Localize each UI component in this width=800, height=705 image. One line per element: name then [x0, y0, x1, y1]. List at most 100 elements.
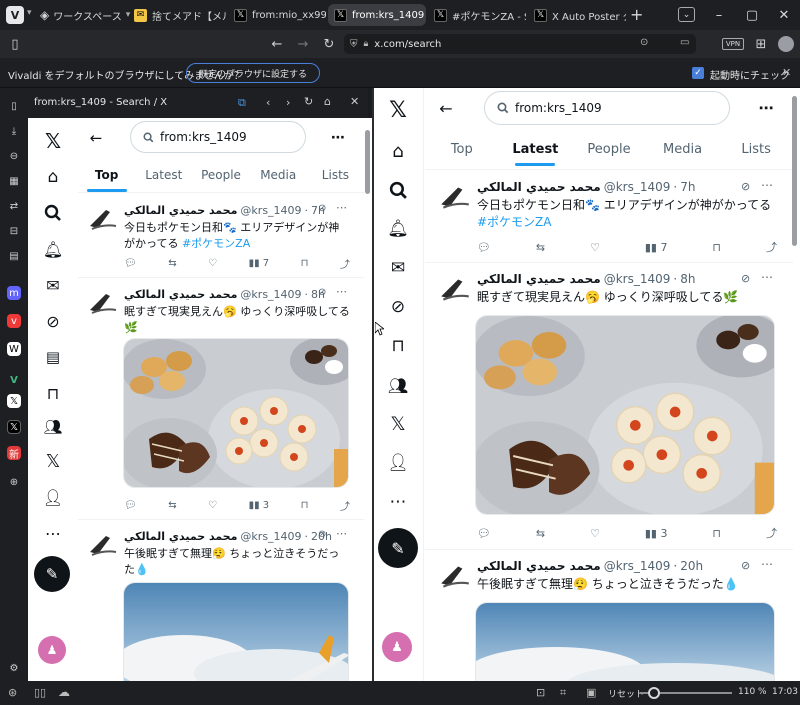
retweet-icon[interactable]: ⇆ — [168, 500, 176, 511]
vivaldi-menu-icon[interactable]: V — [6, 6, 24, 24]
share-icon[interactable]: ⤴ — [766, 239, 777, 255]
more-options-icon[interactable]: ⋯ — [328, 128, 348, 148]
tweet[interactable]: محمد حميدي المالكي @krs_1409 · 7h ⊘ ⋯ 今日… — [78, 194, 364, 278]
extensions-icon[interactable]: ⊞ — [750, 34, 772, 54]
calendar-panel-icon[interactable]: ▦ — [4, 171, 24, 191]
tab-people[interactable]: People — [192, 158, 249, 192]
workspace-button[interactable]: ◈ ワークスペース ▾ — [40, 6, 130, 24]
bell-icon[interactable]: 🔔︎ — [40, 236, 66, 262]
browser-tab[interactable]: 𝕏 from:mio_xx99 - Sear — [228, 4, 326, 26]
reading-list-icon[interactable]: ⊟ — [4, 221, 24, 241]
user-handle[interactable]: @krs_1409 — [240, 530, 301, 543]
reply-icon[interactable]: 💬︎ — [124, 500, 137, 511]
bookmarks-icon[interactable]: ⊓ — [40, 380, 66, 406]
tab-top[interactable]: Top — [78, 158, 135, 192]
tiling-icon[interactable]: ▯▯ — [34, 686, 46, 699]
views-button[interactable]: ▮▮ 3 — [249, 500, 270, 511]
tab-media[interactable]: Media — [250, 158, 307, 192]
tweet[interactable]: محمد حميدي المالكي @krs_1409 · 20h ⊘ ⋯ 午… — [78, 520, 364, 681]
tab-latest[interactable]: Latest — [135, 158, 192, 192]
hashtag-link[interactable]: #ポケモンZA — [182, 237, 250, 250]
home-icon[interactable]: ⌂ — [384, 137, 412, 165]
cookies-photo[interactable] — [123, 338, 349, 488]
tab-list-button[interactable]: ⌄ — [678, 7, 695, 22]
back-arrow-icon[interactable]: ← — [86, 128, 106, 148]
bookmarks-panel-icon[interactable]: ▯ — [4, 96, 24, 116]
tweet[interactable]: محمد حميدي المالكي @krs_1409 · 8h ⊘ ⋯ 眠す… — [78, 278, 364, 520]
like-icon[interactable]: ♡ — [208, 258, 217, 269]
grok-icon[interactable]: ⊘ — [741, 559, 750, 572]
sky-airplane-photo[interactable] — [475, 602, 775, 681]
panel-forward-icon[interactable]: › — [286, 96, 290, 109]
bookmark-icon[interactable]: ⊓ — [301, 258, 309, 269]
tile-view-icon[interactable]: ⌗ — [560, 686, 566, 700]
more-circle-icon[interactable]: ⋯ — [384, 488, 412, 516]
user-handle[interactable]: @krs_1409 — [240, 288, 301, 301]
compose-post-button[interactable]: ✎ — [378, 528, 418, 568]
hashtag-link[interactable]: #ポケモンZA — [477, 215, 552, 229]
premium-x-icon[interactable]: 𝕏 — [40, 448, 66, 474]
more-options-icon[interactable]: ⋯ — [761, 178, 773, 192]
grok-icon[interactable]: ⊘ — [741, 272, 750, 285]
compose-post-button[interactable]: ✎ — [34, 556, 70, 592]
display-name[interactable]: محمد حميدي المالكي — [477, 272, 601, 286]
vue-icon[interactable]: V — [4, 370, 24, 390]
avatar[interactable] — [86, 286, 120, 320]
browser-tab[interactable]: ✉ 捨てメアド【メルアドぽ — [128, 4, 226, 26]
bookmarks-icon[interactable]: ⊓ — [384, 332, 412, 360]
like-icon[interactable]: ♡ — [590, 241, 600, 254]
downloads-panel-icon[interactable]: ⤓ — [4, 121, 24, 141]
translate-panel-icon[interactable]: ⇄ — [4, 196, 24, 216]
grok-icon[interactable]: ⊘ — [384, 293, 412, 321]
tab-top[interactable]: Top — [425, 132, 499, 166]
user-handle[interactable]: @krs_1409 — [604, 180, 671, 194]
x-panel-icon[interactable]: 𝕏 — [7, 420, 21, 434]
zoom-slider-thumb[interactable] — [647, 687, 660, 699]
more-options-icon[interactable]: ⋯ — [336, 527, 347, 540]
panel-close-icon[interactable]: ✕ — [350, 95, 359, 108]
mastodon-icon[interactable]: m — [7, 286, 21, 300]
display-name[interactable]: محمد حميدي المالكي — [477, 180, 601, 194]
share-icon[interactable]: ⤴ — [340, 498, 350, 513]
tab-lists[interactable]: Lists — [719, 132, 793, 166]
reply-icon[interactable]: 💬︎ — [124, 258, 137, 269]
close-window-button[interactable]: ✕ — [767, 0, 800, 30]
grok-icon[interactable]: ⊘ — [318, 529, 326, 540]
premium-x-icon[interactable]: 𝕏 — [384, 410, 412, 438]
tab-people[interactable]: People — [572, 132, 646, 166]
x-logo-icon[interactable]: 𝕏 — [384, 96, 412, 124]
avatar[interactable] — [437, 271, 473, 307]
like-icon[interactable]: ♡ — [208, 500, 217, 511]
new-tab-button[interactable]: + — [630, 6, 643, 24]
more-options-icon[interactable]: ⋯ — [336, 285, 347, 298]
search-icon[interactable] — [384, 176, 412, 204]
back-icon[interactable]: ← — [266, 34, 288, 54]
more-options-icon[interactable]: ⋯ — [755, 97, 777, 119]
user-handle[interactable]: @krs_1409 — [604, 272, 671, 286]
browser-tab[interactable]: 𝕏 X Auto Poster ダッシ — [528, 4, 626, 26]
wikipedia-icon[interactable]: W — [7, 342, 21, 356]
mail-icon[interactable]: ✉ — [384, 254, 412, 282]
sky-airplane-photo[interactable] — [123, 582, 349, 681]
retweet-icon[interactable]: ⇆ — [536, 241, 545, 254]
x-panel-icon[interactable]: 𝕏 — [7, 394, 21, 408]
lists-icon[interactable]: ▤ — [40, 344, 66, 370]
image-icon[interactable]: ▣ — [586, 686, 596, 699]
bookmark-icon[interactable]: ⊓ — [301, 500, 309, 511]
tab-lists[interactable]: Lists — [307, 158, 364, 192]
profile-icon[interactable]: 👤︎ — [384, 449, 412, 477]
avatar[interactable] — [437, 558, 473, 594]
panel-home-icon[interactable]: ⌂ — [324, 95, 331, 108]
retweet-icon[interactable]: ⇆ — [168, 258, 176, 269]
timestamp[interactable]: 7h — [680, 180, 695, 194]
more-circle-icon[interactable]: ⋯ — [40, 520, 66, 546]
timestamp[interactable]: 8h — [680, 272, 695, 286]
views-button[interactable]: ▮▮ 3 — [645, 527, 668, 540]
display-name[interactable]: محمد حميدي المالكي — [124, 288, 237, 301]
retweet-icon[interactable]: ⇆ — [536, 527, 545, 540]
reply-icon[interactable]: 💬︎ — [477, 527, 491, 540]
panel-back-icon[interactable]: ‹ — [266, 96, 270, 109]
display-name[interactable]: محمد حميدي المالكي — [477, 559, 601, 573]
tweet[interactable]: محمد حميدي المالكي @krs_1409 · 8h ⊘ ⋯ 眠す… — [425, 263, 793, 550]
search-input[interactable]: from:krs_1409 — [130, 121, 306, 153]
